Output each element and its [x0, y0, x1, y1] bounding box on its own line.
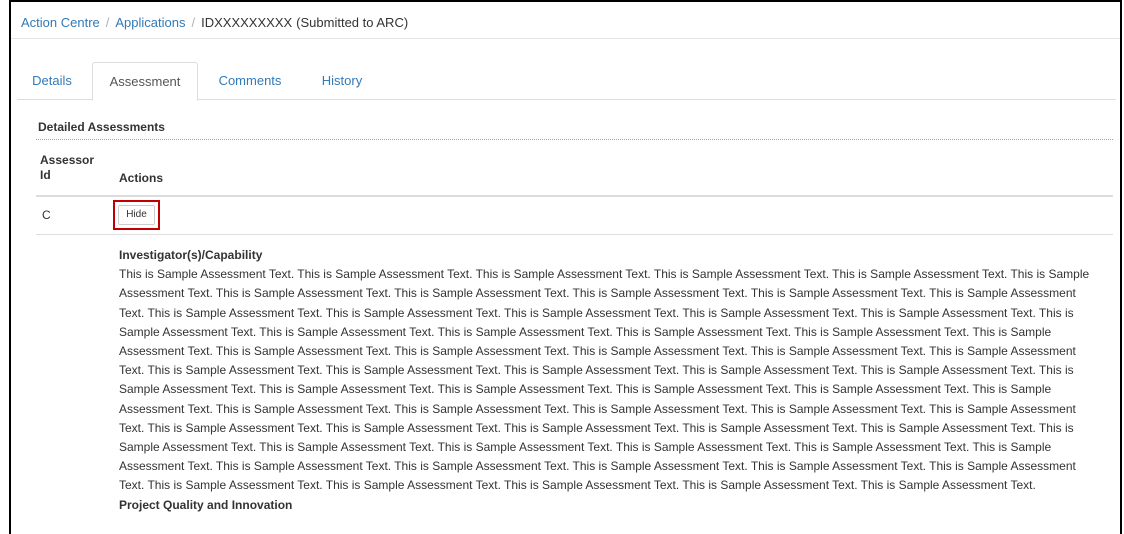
header-divider: [11, 38, 1120, 39]
column-header-actions: Actions: [119, 171, 164, 185]
assessment-text-block: Investigator(s)/Capability This is Sampl…: [119, 246, 1104, 515]
assessor-id-cell: C: [42, 208, 51, 222]
breadcrumb-separator: /: [105, 15, 110, 30]
breadcrumb: Action Centre / Applications / IDXXXXXXXXX (S…: [21, 15, 408, 31]
assessment-body-text: This is Sample Assessment Text. This is …: [119, 267, 1090, 493]
breadcrumb-link-action-centre[interactable]: Action Centre: [21, 15, 100, 30]
table-header-divider: [36, 195, 1113, 197]
application-status: (Submitted to ARC): [296, 15, 409, 30]
application-panel: Action Centre / Applications / IDXXXXXXXXX (S…: [9, 0, 1122, 534]
table-row-divider: [36, 234, 1113, 235]
tab-comments[interactable]: Comments: [205, 62, 295, 100]
breadcrumb-separator: /: [191, 15, 196, 30]
breadcrumb-link-applications[interactable]: Applications: [115, 15, 185, 30]
section-title: Detailed Assessments: [38, 120, 165, 134]
section-divider: [36, 139, 1113, 140]
tab-assessment[interactable]: Assessment: [92, 62, 198, 101]
assessment-heading: Project Quality and Innovation: [119, 497, 293, 512]
tab-bar: Details Assessment Comments History: [17, 62, 1116, 101]
tab-details[interactable]: Details: [17, 62, 87, 100]
column-header-assessor-id: Assessor Id: [40, 153, 95, 182]
tab-history[interactable]: History: [311, 62, 373, 100]
hide-button-highlight: Hide: [113, 200, 160, 230]
assessment-heading: Investigator(s)/Capability: [119, 248, 263, 262]
hide-button[interactable]: Hide: [118, 205, 155, 225]
breadcrumb-current-application-id: IDXXXXXXXXX: [201, 15, 293, 30]
